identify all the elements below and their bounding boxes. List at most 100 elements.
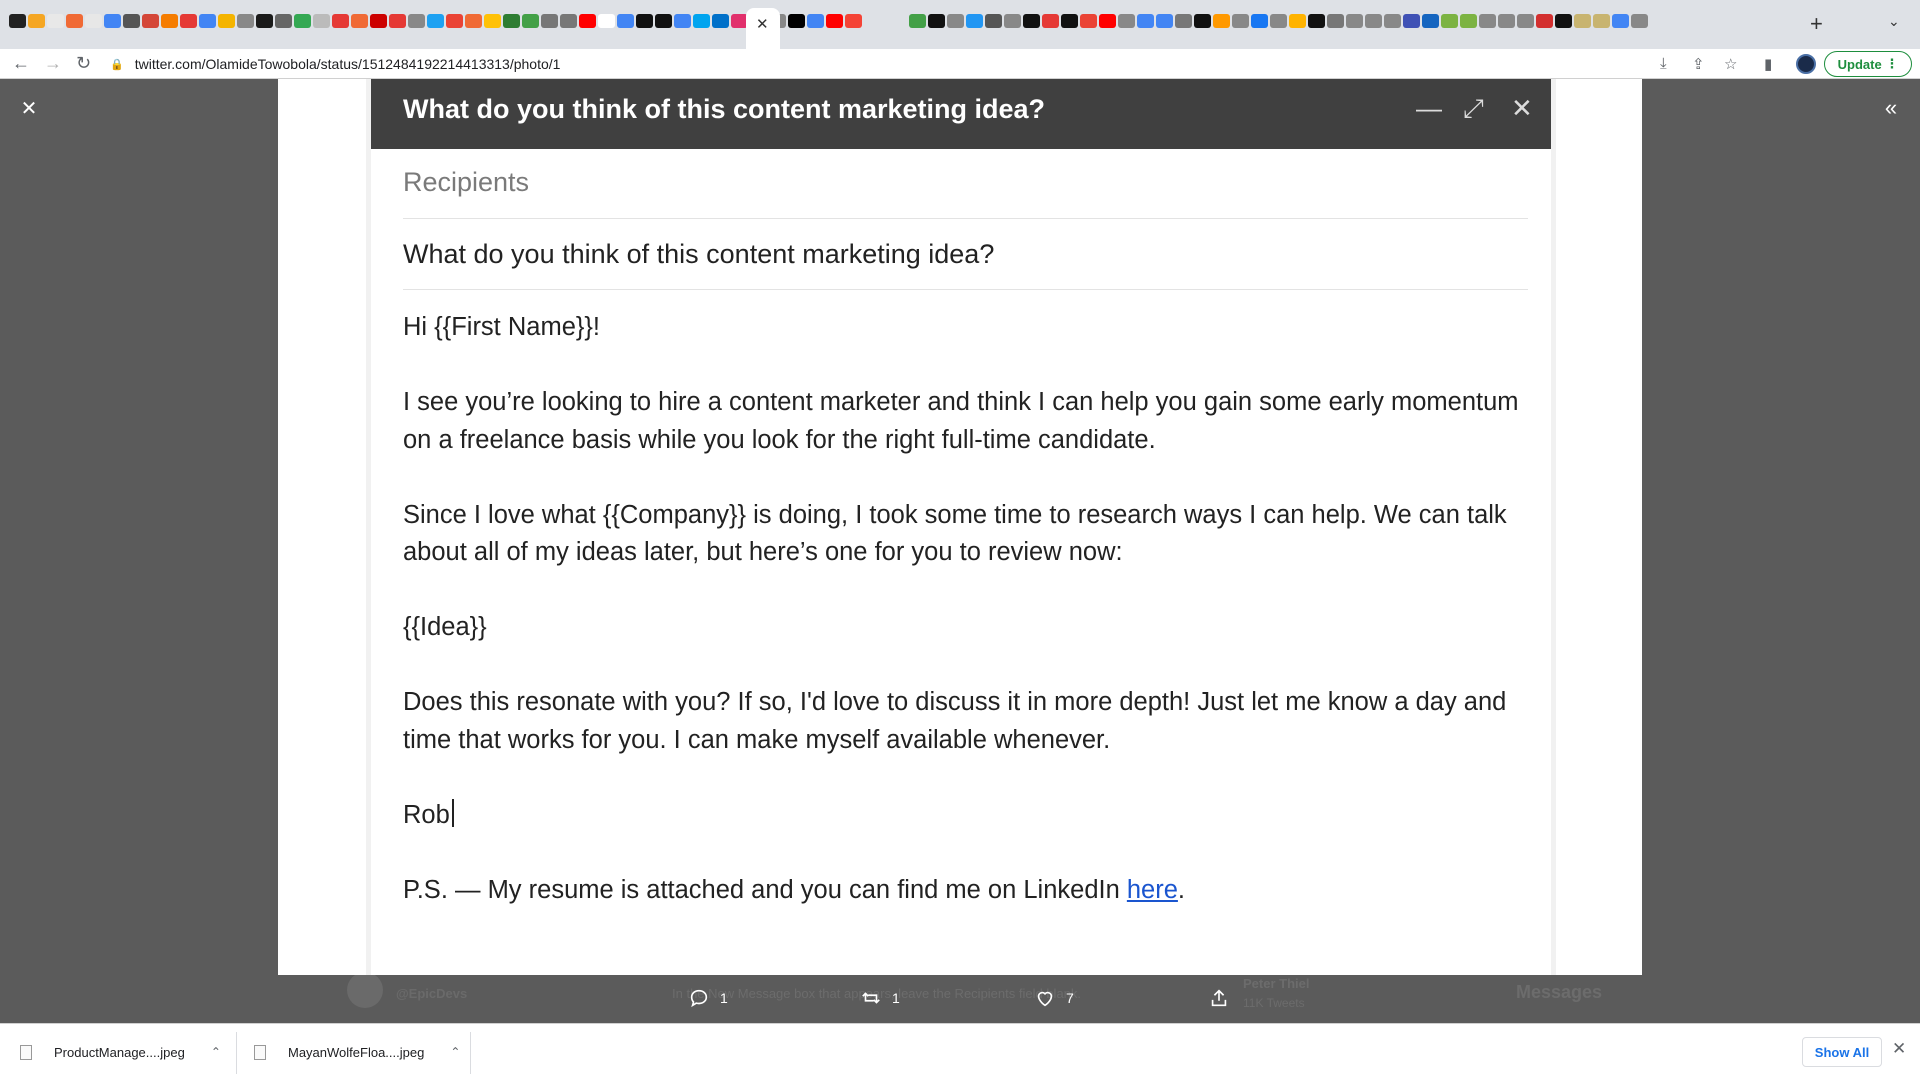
reply-button[interactable]: 1: [688, 987, 728, 1009]
tab-favicon-icon[interactable]: [1099, 14, 1116, 28]
tab-favicon-icon[interactable]: [313, 14, 330, 28]
tab-favicon-icon[interactable]: [1403, 14, 1420, 28]
tab-favicon-icon[interactable]: [1194, 14, 1211, 28]
active-tab[interactable]: ✕: [746, 8, 780, 49]
tab-favicon-icon[interactable]: [541, 14, 558, 28]
tab-favicon-icon[interactable]: [655, 14, 672, 28]
tab-favicon-icon[interactable]: [1612, 14, 1629, 28]
tab-favicon-icon[interactable]: [199, 14, 216, 28]
tab-favicon-icon[interactable]: [522, 14, 539, 28]
profile-avatar[interactable]: [1796, 54, 1816, 74]
tab-favicon-icon[interactable]: [427, 14, 444, 28]
tab-favicon-icon[interactable]: [1555, 14, 1572, 28]
tab-favicon-icon[interactable]: [788, 14, 805, 28]
chevron-up-icon[interactable]: ⌃: [450, 1045, 460, 1059]
url-text[interactable]: twitter.com/OlamideTowobola/status/15124…: [135, 56, 561, 72]
tab-favicon-icon[interactable]: [712, 14, 729, 28]
tab-favicon-icon[interactable]: [180, 14, 197, 28]
tab-favicon-icon[interactable]: [845, 14, 862, 28]
tab-favicon-icon[interactable]: [218, 14, 235, 28]
tab-favicon-icon[interactable]: [807, 14, 824, 28]
tab-favicon-icon[interactable]: [465, 14, 482, 28]
new-tab-button[interactable]: +: [1810, 11, 1823, 37]
reload-icon[interactable]: ↻: [76, 53, 91, 74]
address-bar[interactable]: 🔒 twitter.com/OlamideTowobola/status/151…: [110, 51, 1750, 77]
tab-favicon-icon[interactable]: [1536, 14, 1553, 28]
tab-favicon-icon[interactable]: [332, 14, 349, 28]
tab-favicon-icon[interactable]: [1422, 14, 1439, 28]
share-button[interactable]: [1208, 987, 1230, 1009]
tab-favicon-icon[interactable]: [47, 14, 64, 28]
tab-favicon-icon[interactable]: [1061, 14, 1078, 28]
tab-favicon-icon[interactable]: [446, 14, 463, 28]
tab-favicon-icon[interactable]: [947, 14, 964, 28]
tab-favicon-icon[interactable]: [370, 14, 387, 28]
tab-favicon-icon[interactable]: [1156, 14, 1173, 28]
download-item[interactable]: MayanWolfeFloa....jpeg ⌃: [254, 1036, 460, 1068]
tab-favicon-icon[interactable]: [1213, 14, 1230, 28]
chevron-up-icon[interactable]: ⌃: [211, 1045, 221, 1059]
tab-favicon-icon[interactable]: [161, 14, 178, 28]
tab-favicon-icon[interactable]: [408, 14, 425, 28]
tab-favicon-icon[interactable]: [1517, 14, 1534, 28]
tab-favicon-icon[interactable]: [28, 14, 45, 28]
tab-favicon-icon[interactable]: [1251, 14, 1268, 28]
tab-favicon-icon[interactable]: [351, 14, 368, 28]
back-arrow-icon[interactable]: ←: [12, 53, 30, 74]
tab-favicon-icon[interactable]: [966, 14, 983, 28]
tab-favicon-icon[interactable]: [484, 14, 501, 28]
active-tab-close-icon[interactable]: ✕: [756, 15, 769, 33]
close-shelf-icon[interactable]: ✕: [1892, 1039, 1906, 1059]
share-icon[interactable]: ⇪: [1692, 55, 1705, 73]
download-item[interactable]: ProductManage....jpeg ⌃: [20, 1036, 221, 1068]
tab-favicon-icon[interactable]: [636, 14, 653, 28]
forward-arrow-icon[interactable]: →: [44, 53, 62, 74]
tab-favicon-icon[interactable]: [1137, 14, 1154, 28]
tab-favicon-icon[interactable]: [104, 14, 121, 28]
tab-favicon-icon[interactable]: [579, 14, 596, 28]
tab-favicon-icon[interactable]: [1346, 14, 1363, 28]
tab-favicon-icon[interactable]: [1479, 14, 1496, 28]
update-button[interactable]: Update ⋮: [1824, 51, 1912, 77]
tab-favicon-icon[interactable]: [1498, 14, 1515, 28]
tab-favicon-icon[interactable]: [1042, 14, 1059, 28]
tab-favicon-icon[interactable]: [1308, 14, 1325, 28]
tab-favicon-icon[interactable]: [1631, 14, 1648, 28]
side-panel-icon[interactable]: ▮: [1764, 55, 1772, 73]
tab-favicon-icon[interactable]: [389, 14, 406, 28]
tab-search-icon[interactable]: ⌄: [1888, 13, 1900, 30]
tab-favicon-icon[interactable]: [693, 14, 710, 28]
tab-favicon-icon[interactable]: [1365, 14, 1382, 28]
tab-favicon-icon[interactable]: [1232, 14, 1249, 28]
tab-favicon-icon[interactable]: [1289, 14, 1306, 28]
tab-favicon-icon[interactable]: [598, 14, 615, 28]
tab-favicon-icon[interactable]: [1384, 14, 1401, 28]
tab-favicon-icon[interactable]: [1270, 14, 1287, 28]
tab-favicon-icon[interactable]: [1593, 14, 1610, 28]
tab-favicon-icon[interactable]: [1004, 14, 1021, 28]
tab-favicon-icon[interactable]: [66, 14, 83, 28]
tab-favicon-icon[interactable]: [123, 14, 140, 28]
tab-favicon-icon[interactable]: [1460, 14, 1477, 28]
tab-favicon-icon[interactable]: [560, 14, 577, 28]
tab-favicon-icon[interactable]: [237, 14, 254, 28]
like-button[interactable]: 7: [1034, 987, 1074, 1009]
show-all-button[interactable]: Show All: [1802, 1037, 1882, 1067]
retweet-button[interactable]: 1: [860, 987, 900, 1009]
tab-favicon-icon[interactable]: [1118, 14, 1135, 28]
lightbox-expand-icon[interactable]: «: [1876, 93, 1906, 123]
tab-favicon-icon[interactable]: [1023, 14, 1040, 28]
install-icon[interactable]: ⤓: [1660, 55, 1667, 72]
tab-favicon-icon[interactable]: [909, 14, 926, 28]
tab-favicon-icon[interactable]: [674, 14, 691, 28]
tab-favicon-icon[interactable]: [142, 14, 159, 28]
bookmark-star-icon[interactable]: ☆: [1724, 55, 1737, 73]
tab-favicon-icon[interactable]: [1175, 14, 1192, 28]
tab-favicon-icon[interactable]: [1441, 14, 1458, 28]
tab-favicon-icon[interactable]: [1574, 14, 1591, 28]
tab-favicon-icon[interactable]: [826, 14, 843, 28]
tab-favicon-icon[interactable]: [1327, 14, 1344, 28]
tab-favicon-icon[interactable]: [85, 14, 102, 28]
tab-favicon-icon[interactable]: [617, 14, 634, 28]
tab-favicon-icon[interactable]: [256, 14, 273, 28]
